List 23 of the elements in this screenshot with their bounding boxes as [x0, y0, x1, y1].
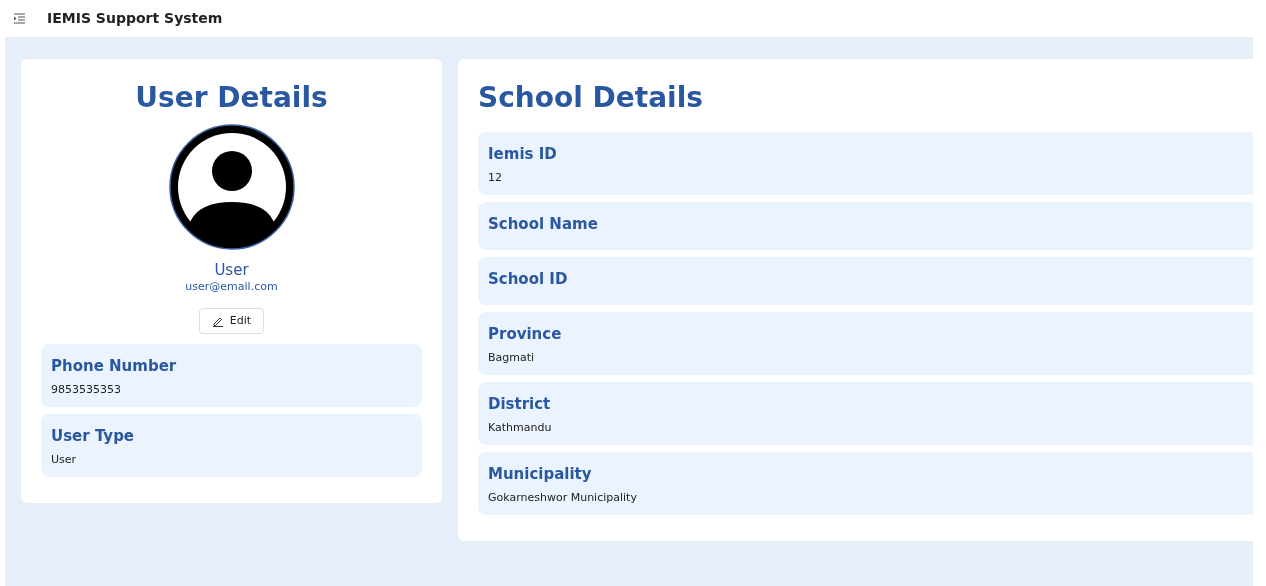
field-value: User	[51, 453, 78, 467]
field-value: Kathmandu	[488, 421, 553, 435]
field-label: District	[488, 394, 552, 414]
menu-icon[interactable]	[13, 13, 26, 24]
user-email: user@email.com	[185, 280, 278, 294]
field-label: School Name	[488, 214, 599, 234]
edit-button[interactable]: Edit	[198, 308, 265, 334]
field-label: School ID	[488, 269, 569, 289]
field-value: Bagmati	[488, 351, 536, 365]
field-value: Gokarneshwor Municipality	[488, 491, 638, 505]
pencil-icon	[211, 315, 224, 327]
field-label: User Type	[51, 426, 136, 446]
field-value: 9853535353	[51, 383, 122, 397]
field-label: Iemis ID	[488, 144, 558, 164]
card-title: User Details	[135, 80, 328, 116]
field-label: Province	[488, 324, 563, 344]
field-value: 12	[488, 171, 503, 185]
avatar-icon	[168, 124, 295, 250]
user-name: User	[214, 260, 249, 280]
field-label: Phone Number	[51, 356, 178, 376]
field-label: Municipality	[488, 464, 593, 484]
card-title: School Details	[478, 80, 704, 116]
app-title: IEMIS Support System	[47, 9, 223, 28]
